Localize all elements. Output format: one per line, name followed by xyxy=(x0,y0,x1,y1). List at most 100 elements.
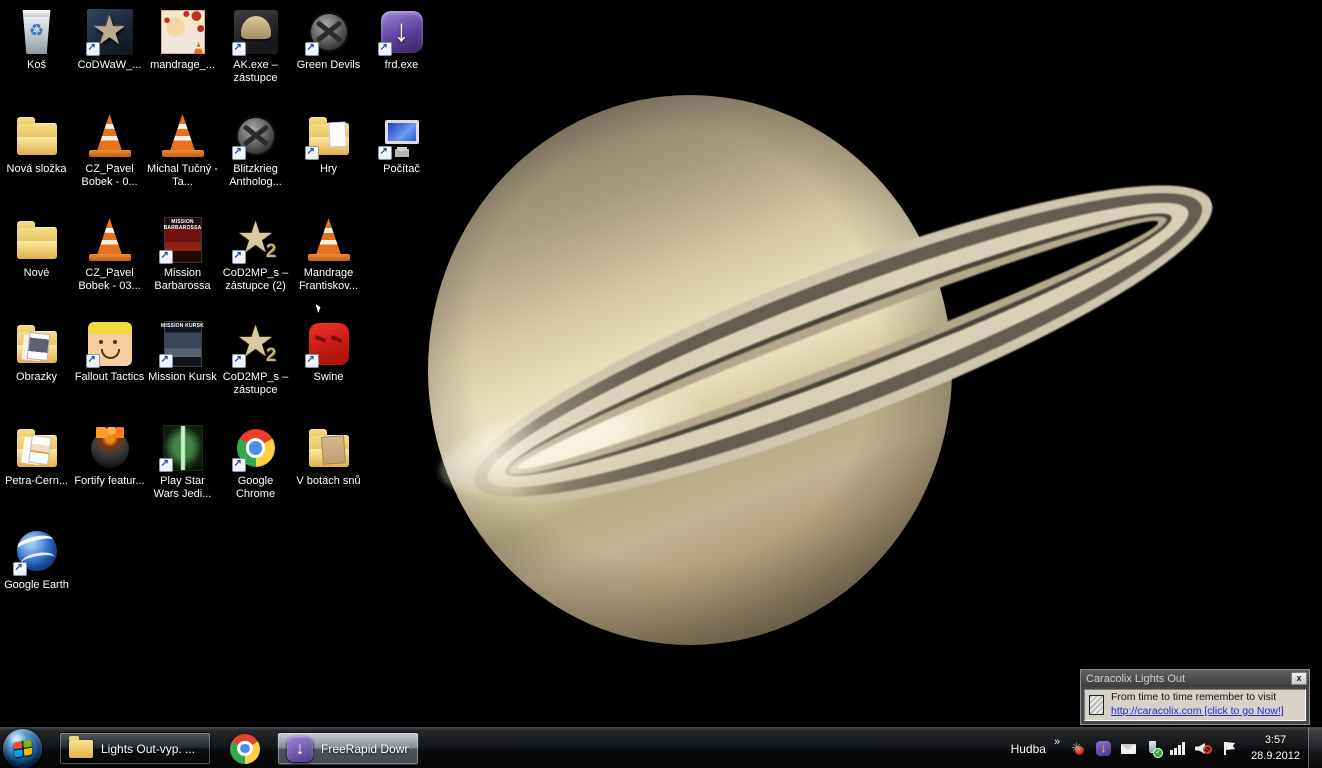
freerapid-tray-icon[interactable] xyxy=(1095,740,1112,757)
tray-overflow-chevron[interactable]: » xyxy=(1054,736,1060,748)
desktop-icon-label: Hry xyxy=(292,163,365,176)
tray-icons xyxy=(1066,740,1241,757)
desktop-icon-cod2mp-s-z-stupce[interactable]: 2 CoD2MP_s – zástupce xyxy=(219,316,292,420)
google-earth-icon xyxy=(13,528,61,576)
desktop-icon-nov[interactable]: Nové xyxy=(0,212,73,316)
freerapid-icon xyxy=(378,8,426,56)
desktop-icon-label: Mandrage Frantiskov... xyxy=(292,267,365,293)
chrome-taskbar-icon[interactable] xyxy=(228,732,262,766)
system-tray: Hudba » 3:57 28.9.2012 xyxy=(1011,728,1322,768)
usb-safely-remove-icon[interactable] xyxy=(1145,740,1162,757)
desktop-icon-label: Počítač xyxy=(365,163,438,176)
fallout-boy-icon xyxy=(86,320,134,368)
desktop-icon-label: CoD2MP_s – zástupce (2) xyxy=(219,267,292,293)
desktop-icon-label: Mission Kursk xyxy=(146,371,219,384)
desktop-icon-cz-pavel-bobek-03[interactable]: CZ_Pavel Bobek - 03... xyxy=(73,212,146,316)
red-satellite-icon[interactable] xyxy=(1070,740,1087,757)
icon-column: CoDWaW_... CZ_Pavel Bobek - 0... CZ_Pavel … xyxy=(73,4,146,628)
desktop-icon-nov-slo-ka[interactable]: Nová složka xyxy=(0,108,73,212)
show-desktop-button[interactable] xyxy=(1308,728,1322,768)
desktop-icon-label: Fallout Tactics xyxy=(73,371,146,384)
icon-art-text: MISSION KURSK xyxy=(161,323,205,329)
recycle-bin-icon xyxy=(13,8,61,56)
popup-title: Caracolix Lights Out xyxy=(1086,673,1291,685)
war-emblem-icon xyxy=(305,8,353,56)
desktop-icon-label: CZ_Pavel Bobek - 03... xyxy=(73,267,146,293)
taskbar-items: Lights Out-vyp. ... FreeRapid Downl... xyxy=(59,732,419,765)
popup-message-line: From time to time remember to visit xyxy=(1111,691,1276,703)
desktop-icon-mission-kursk[interactable]: MISSION KURSK Mission Kursk xyxy=(146,316,219,420)
folder-pictures-icon xyxy=(13,320,61,368)
network-signal-icon[interactable] xyxy=(1170,740,1187,757)
shortcut-arrow-overlay xyxy=(159,354,173,368)
gold-star-2-icon: 2 xyxy=(232,216,280,264)
popup-close-button[interactable]: x xyxy=(1291,672,1307,685)
popup-title-bar[interactable]: Caracolix Lights Out x xyxy=(1081,670,1309,687)
desktop-icon-frd-exe[interactable]: frd.exe xyxy=(365,4,438,108)
desktop-icon-obrazky[interactable]: Obrazky xyxy=(0,316,73,420)
box-barbarossa-icon: MISSION BARBAROSSA xyxy=(159,216,207,264)
icon-column: KošNová složka Nové Obrazky Petra-Čern... Go… xyxy=(0,4,73,628)
popup-link[interactable]: http://caracolix.com [click to go Now!] xyxy=(1111,705,1284,717)
desktop-icon-label: Fortify featur... xyxy=(73,475,146,488)
desktop-icon-label: Play Star Wars Jedi... xyxy=(146,475,219,501)
desktop-icon-play-star-wars-jedi[interactable]: Play Star Wars Jedi... xyxy=(146,420,219,524)
photo-thumbnail-icon xyxy=(159,8,207,56)
shortcut-arrow-overlay xyxy=(305,354,319,368)
desktop-icon-petra-ern[interactable]: Petra-Čern... xyxy=(0,420,73,524)
shortcut-arrow-overlay xyxy=(86,42,100,56)
computer-icon xyxy=(378,112,426,160)
volume-muted-icon[interactable] xyxy=(1195,740,1212,757)
desktop-icon-ko[interactable]: Koš xyxy=(0,4,73,108)
desktop-icon-label: Google Earth xyxy=(0,579,73,592)
shortcut-arrow-overlay xyxy=(86,354,100,368)
taskbar-clock[interactable]: 3:57 28.9.2012 xyxy=(1251,733,1300,765)
desktop[interactable]: KošNová složka Nové Obrazky Petra-Čern... Go… xyxy=(0,0,1322,768)
desktop-icon-cz-pavel-bobek-0[interactable]: CZ_Pavel Bobek - 0... xyxy=(73,108,146,212)
desktop-icon-cod2mp-s-z-stupce-2[interactable]: 2 CoD2MP_s – zástupce (2) xyxy=(219,212,292,316)
desktop-icon-v-bot-ch-sn[interactable]: V botách snů xyxy=(292,420,365,524)
desktop-icon-mandrage[interactable]: mandrage_... xyxy=(146,4,219,108)
action-center-flag-icon[interactable] xyxy=(1220,740,1237,757)
desktop-icon-blitzkrieg-antholog[interactable]: Blitzkrieg Antholog... xyxy=(219,108,292,212)
desktop-icon-label: Swine xyxy=(292,371,365,384)
desktop-icon-label: Blitzkrieg Antholog... xyxy=(219,163,292,189)
clock-time: 3:57 xyxy=(1265,733,1286,749)
mail-icon[interactable] xyxy=(1120,740,1137,757)
freerapid-taskbar-icon xyxy=(287,736,313,762)
icon-column: frd.exe Počítač xyxy=(365,4,438,628)
desktop-icon-fallout-tactics[interactable]: Fallout Tactics xyxy=(73,316,146,420)
shortcut-arrow-overlay xyxy=(159,458,173,472)
swine-boar-icon xyxy=(305,320,353,368)
desktop-icon-codwaw[interactable]: CoDWaW_... xyxy=(73,4,146,108)
desktop-icon-google-chrome[interactable]: Google Chrome xyxy=(219,420,292,524)
desktop-icon-fortify-featur[interactable]: Fortify featur... xyxy=(73,420,146,524)
fortify-sphere-icon xyxy=(86,424,134,472)
gold-star-2-icon: 2 xyxy=(232,320,280,368)
desktop-icon-hry[interactable]: Hry xyxy=(292,108,365,212)
desktop-icon-mandrage-frantiskov[interactable]: Mandrage Frantiskov... xyxy=(292,212,365,316)
desktop-icon-label: Green Devils xyxy=(292,59,365,72)
desktop-icon-label: Nové xyxy=(0,267,73,280)
desktop-icon-google-earth[interactable]: Google Earth xyxy=(0,524,73,628)
desktop-icon-mission-barbarossa[interactable]: MISSION BARBAROSSAMission Barbarossa xyxy=(146,212,219,316)
desktop-icon-label: CoDWaW_... xyxy=(73,59,146,72)
taskbar-button-lights-out-vyp[interactable]: Lights Out-vyp. ... xyxy=(59,732,211,765)
desktop-icon-swine[interactable]: Swine xyxy=(292,316,365,420)
desktop-icon-po-ta[interactable]: Počítač xyxy=(365,108,438,212)
icon-art-text: 2 xyxy=(266,344,277,368)
taskbar-button-freerapid-downl[interactable]: FreeRapid Downl... xyxy=(277,732,419,765)
desktop-icon-ak-exe-z-stupce[interactable]: AK.exe – zástupce xyxy=(219,4,292,108)
desktop-icon-label: Petra-Čern... xyxy=(0,475,73,488)
popup-message: From time to time remember to visit http… xyxy=(1111,691,1284,718)
shortcut-arrow-overlay xyxy=(305,146,319,160)
start-button[interactable] xyxy=(3,729,42,768)
folder-taskbar-icon xyxy=(69,740,93,758)
folder-icon xyxy=(13,216,61,264)
desktop-icon-label: CoD2MP_s – zástupce xyxy=(219,371,292,397)
desktop-icon-green-devils[interactable]: Green Devils xyxy=(292,4,365,108)
desktop-icon-michal-tu-n-ta[interactable]: Michal Tučný -Ta... xyxy=(146,108,219,212)
music-toolbar-label[interactable]: Hudba xyxy=(1011,742,1046,756)
vlc-cone-icon xyxy=(159,112,207,160)
vlc-cone-icon xyxy=(86,112,134,160)
